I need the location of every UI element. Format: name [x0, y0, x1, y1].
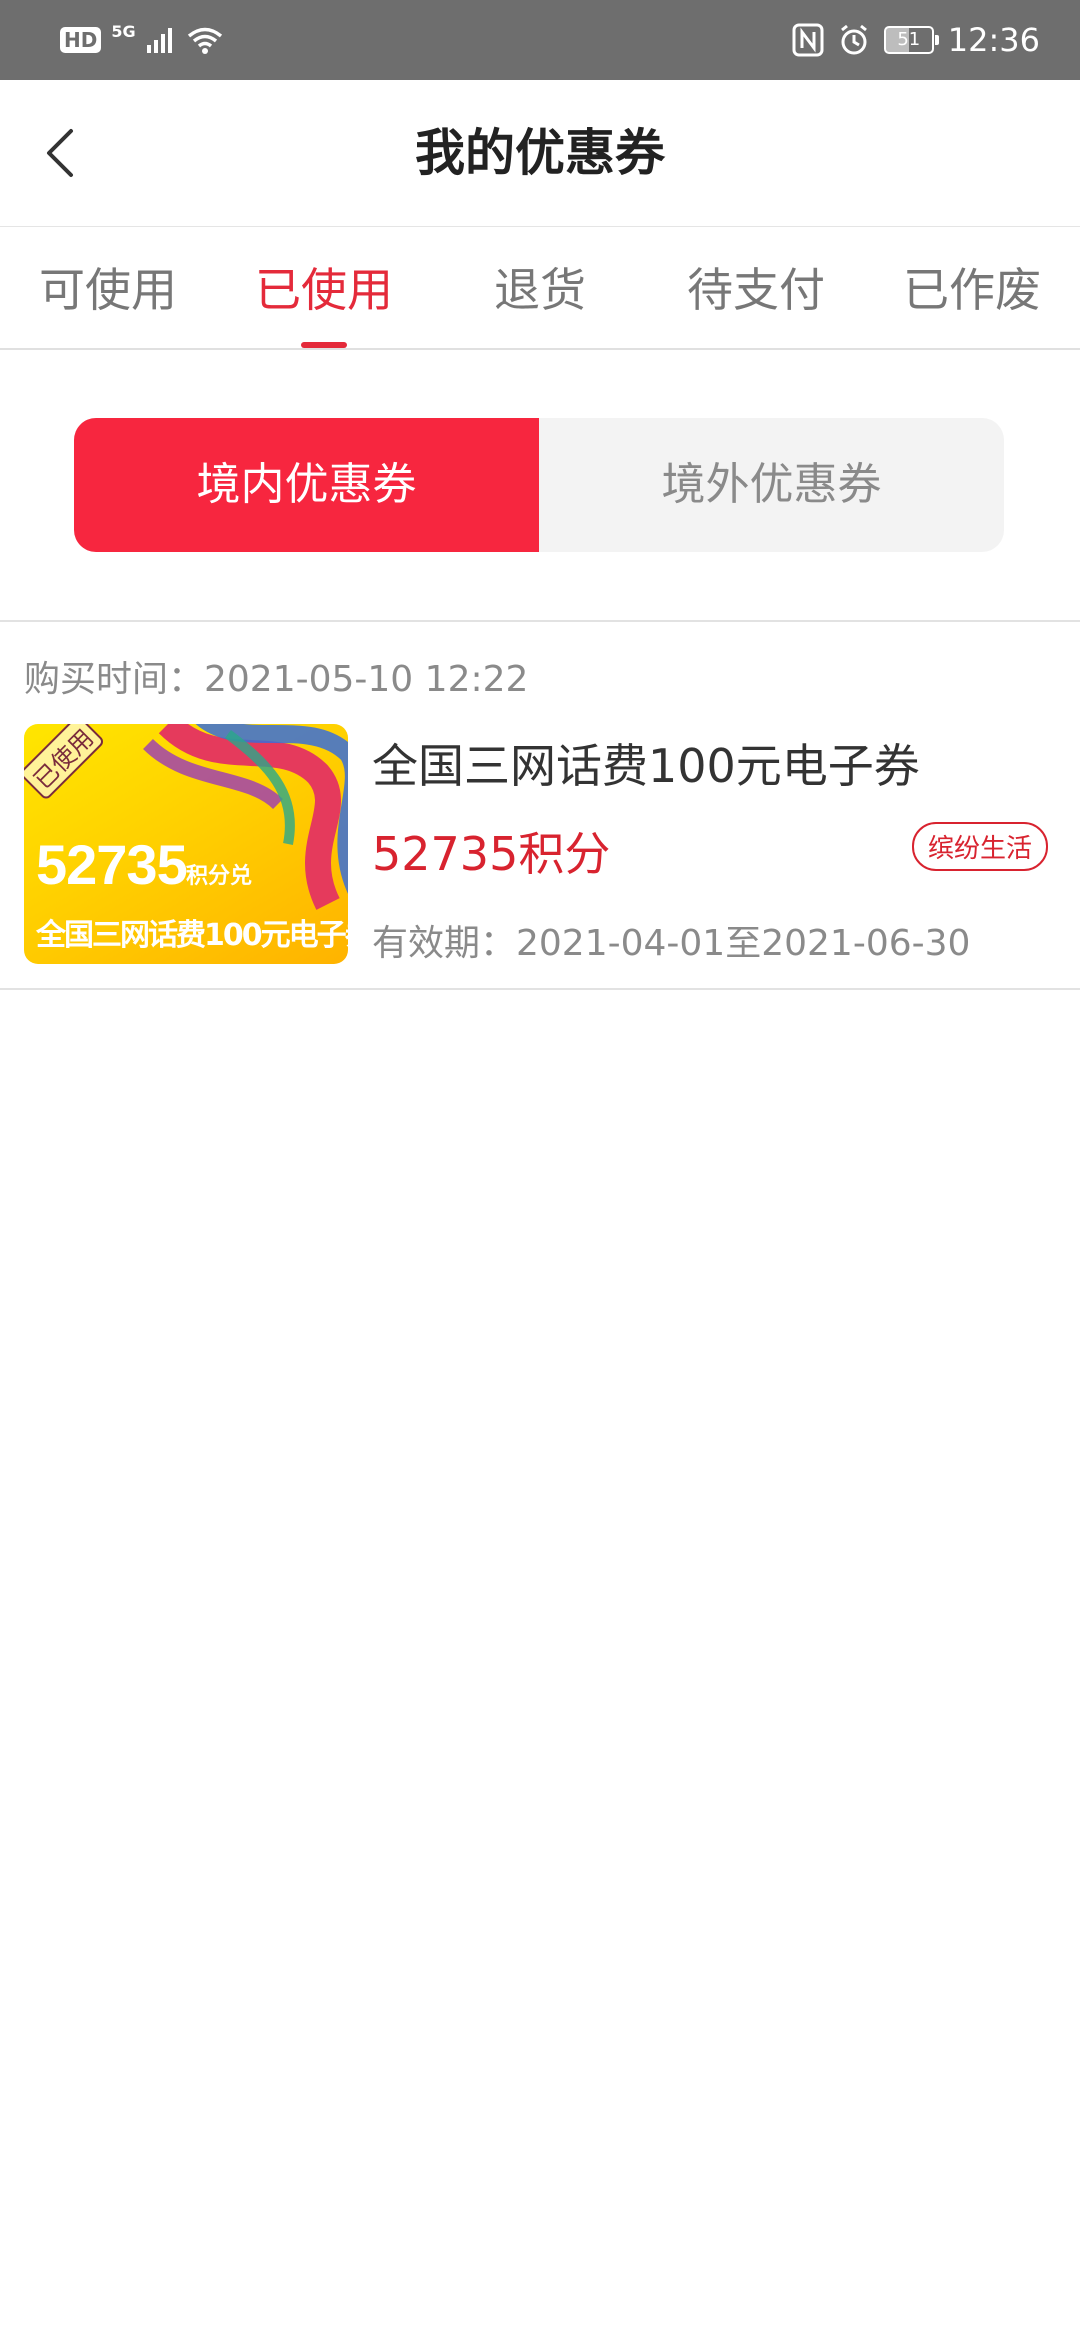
coupon-points: 52735积分 [372, 827, 611, 881]
status-right: 51 12:36 [792, 18, 1040, 62]
coupon-source-tag: 缤纷生活 [911, 822, 1048, 871]
app-header: 我的优惠券 [0, 80, 1080, 227]
tab-available[interactable]: 可使用 [0, 226, 216, 348]
tab-used[interactable]: 已使用 [216, 226, 432, 348]
overseas-coupons-tab[interactable]: 境外优惠券 [539, 418, 1004, 552]
image-exchange-label: 积分兑 [186, 864, 253, 889]
divider [0, 620, 1080, 622]
status-left: HD 5G [60, 18, 224, 62]
status-tabs: 可使用 已使用 退货 待支付 已作废 [0, 226, 1080, 350]
battery-icon: 51 [883, 26, 939, 54]
chevron-left-icon [47, 129, 73, 177]
page-title: 我的优惠券 [415, 124, 665, 182]
hd-icon: HD [60, 27, 102, 53]
nfc-icon [792, 23, 824, 57]
status-bar: HD 5G 51 12:36 [0, 0, 1080, 80]
coupon-thumbnail[interactable]: 已使用 52735 积分兑 全国三网话费100元电子券 [24, 724, 348, 964]
battery-level: 51 [897, 29, 921, 50]
image-points: 52735 [36, 833, 188, 896]
coupon-title[interactable]: 全国三网话费100元电子券 [372, 730, 920, 796]
region-segment: 境内优惠券 境外优惠券 [74, 418, 1004, 552]
network-type: 5G [111, 22, 136, 41]
status-time: 12:36 [947, 21, 1040, 59]
image-description: 全国三网话费100元电子券 [36, 918, 348, 953]
tab-returned[interactable]: 退货 [432, 226, 648, 348]
used-stamp: 已使用 [24, 724, 106, 801]
back-button[interactable] [30, 120, 90, 186]
wifi-icon [187, 27, 222, 54]
divider [0, 988, 1080, 990]
alarm-icon [840, 24, 867, 55]
coupon-validity: 有效期：2021-04-01至2021-06-30 [372, 923, 971, 964]
purchase-time: 购买时间：2021-05-10 12:22 [24, 659, 529, 700]
tab-pending-payment[interactable]: 待支付 [648, 226, 864, 348]
signal-icon [146, 28, 172, 53]
domestic-coupons-tab[interactable]: 境内优惠券 [74, 418, 539, 552]
tab-voided[interactable]: 已作废 [864, 226, 1080, 348]
